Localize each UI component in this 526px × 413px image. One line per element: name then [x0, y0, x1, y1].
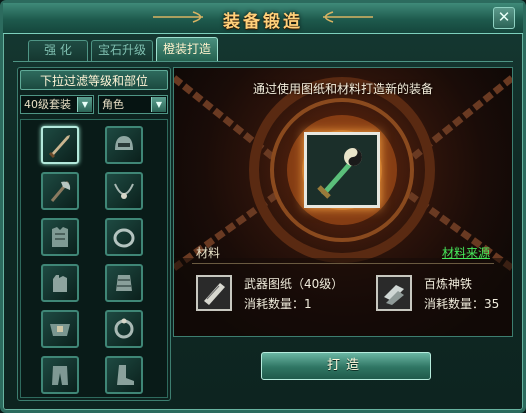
bracelet-icon	[114, 318, 134, 339]
material-name-refined-iron: 百炼神铁	[424, 277, 473, 291]
chevron-down-icon[interactable]: ▼	[151, 97, 166, 112]
equipment-slot-dagger[interactable]	[41, 126, 79, 164]
equipment-slot-bracer[interactable]	[105, 264, 143, 302]
axe-icon	[50, 181, 71, 202]
tab-orange-forge[interactable]: 橙装打造	[156, 37, 218, 61]
material-consume-refined-iron: 消耗数量：35	[424, 297, 500, 311]
jade-sword-icon	[307, 135, 377, 205]
ring-icon	[113, 228, 135, 248]
materials-divider	[192, 263, 494, 264]
refined-iron-icon	[378, 277, 410, 309]
forge-hint: 通过使用图纸和材料打造新的装备	[252, 82, 433, 96]
equipment-slot-necklace[interactable]	[105, 172, 143, 210]
equipment-slot-helmet[interactable]	[105, 126, 143, 164]
level-select-value: 40级套装	[24, 98, 71, 111]
necklace-icon	[114, 183, 134, 199]
equipment-slot-chest-armor[interactable]	[41, 218, 79, 256]
title-bar[interactable]: 装备锻造 ✕	[3, 3, 523, 34]
equipment-slot-gauntlet[interactable]	[41, 264, 79, 302]
material-name-blueprint: 武器图纸（40级）	[244, 277, 344, 291]
title-ornament-right-icon	[323, 11, 373, 23]
equipment-grid	[20, 119, 168, 398]
filter-header: 下拉过滤等级和部位	[20, 70, 168, 90]
bracer-icon	[116, 275, 132, 291]
belt-icon	[50, 324, 70, 336]
equipment-slot-axe[interactable]	[41, 172, 79, 210]
tab-enhance[interactable]: 强 化	[28, 40, 88, 61]
equipment-forge-window: 装备锻造 ✕ 强 化 宝石升级 橙装打造 下拉过滤等级和部位 40级套装 ▼ 角…	[0, 0, 526, 413]
part-select-value: 角色	[102, 98, 124, 111]
equipment-slot-pants[interactable]	[41, 356, 79, 394]
equipment-slot-boots[interactable]	[105, 356, 143, 394]
chevron-down-icon[interactable]: ▼	[77, 97, 92, 112]
material-consume-blueprint: 消耗数量：1	[244, 297, 312, 311]
level-select[interactable]: 40级套装 ▼	[20, 95, 94, 114]
part-select[interactable]: 角色 ▼	[98, 95, 168, 114]
forge-button[interactable]: 打造	[261, 352, 431, 380]
pants-icon	[52, 366, 68, 385]
equipment-slot-ring[interactable]	[105, 218, 143, 256]
dagger-icon	[48, 135, 70, 159]
helmet-icon	[115, 136, 133, 150]
chest-armor-icon	[52, 227, 68, 247]
materials-label: 材料	[196, 246, 221, 260]
tab-gem-upgrade[interactable]: 宝石升级	[91, 40, 153, 61]
close-button[interactable]: ✕	[493, 7, 515, 29]
equipment-slot-belt[interactable]	[41, 310, 79, 348]
forge-result-slot[interactable]	[304, 132, 380, 208]
blueprint-scroll-icon	[198, 277, 230, 309]
equipment-slot-bracelet[interactable]	[105, 310, 143, 348]
materials-source-link[interactable]: 材料来源	[442, 244, 490, 261]
material-slot-refined-iron[interactable]	[376, 275, 412, 311]
filter-panel: 下拉过滤等级和部位 40级套装 ▼ 角色 ▼	[17, 67, 171, 401]
window-title: 装备锻造	[223, 12, 303, 32]
material-slot-blueprint[interactable]	[196, 275, 232, 311]
gauntlet-icon	[53, 275, 67, 292]
forge-panel: 通过使用图纸和材料打造新的装备 材料 材料来源 武器图纸（40级） 消耗数量：1…	[173, 67, 513, 337]
boots-icon	[117, 365, 134, 385]
tab-divider	[13, 61, 513, 62]
